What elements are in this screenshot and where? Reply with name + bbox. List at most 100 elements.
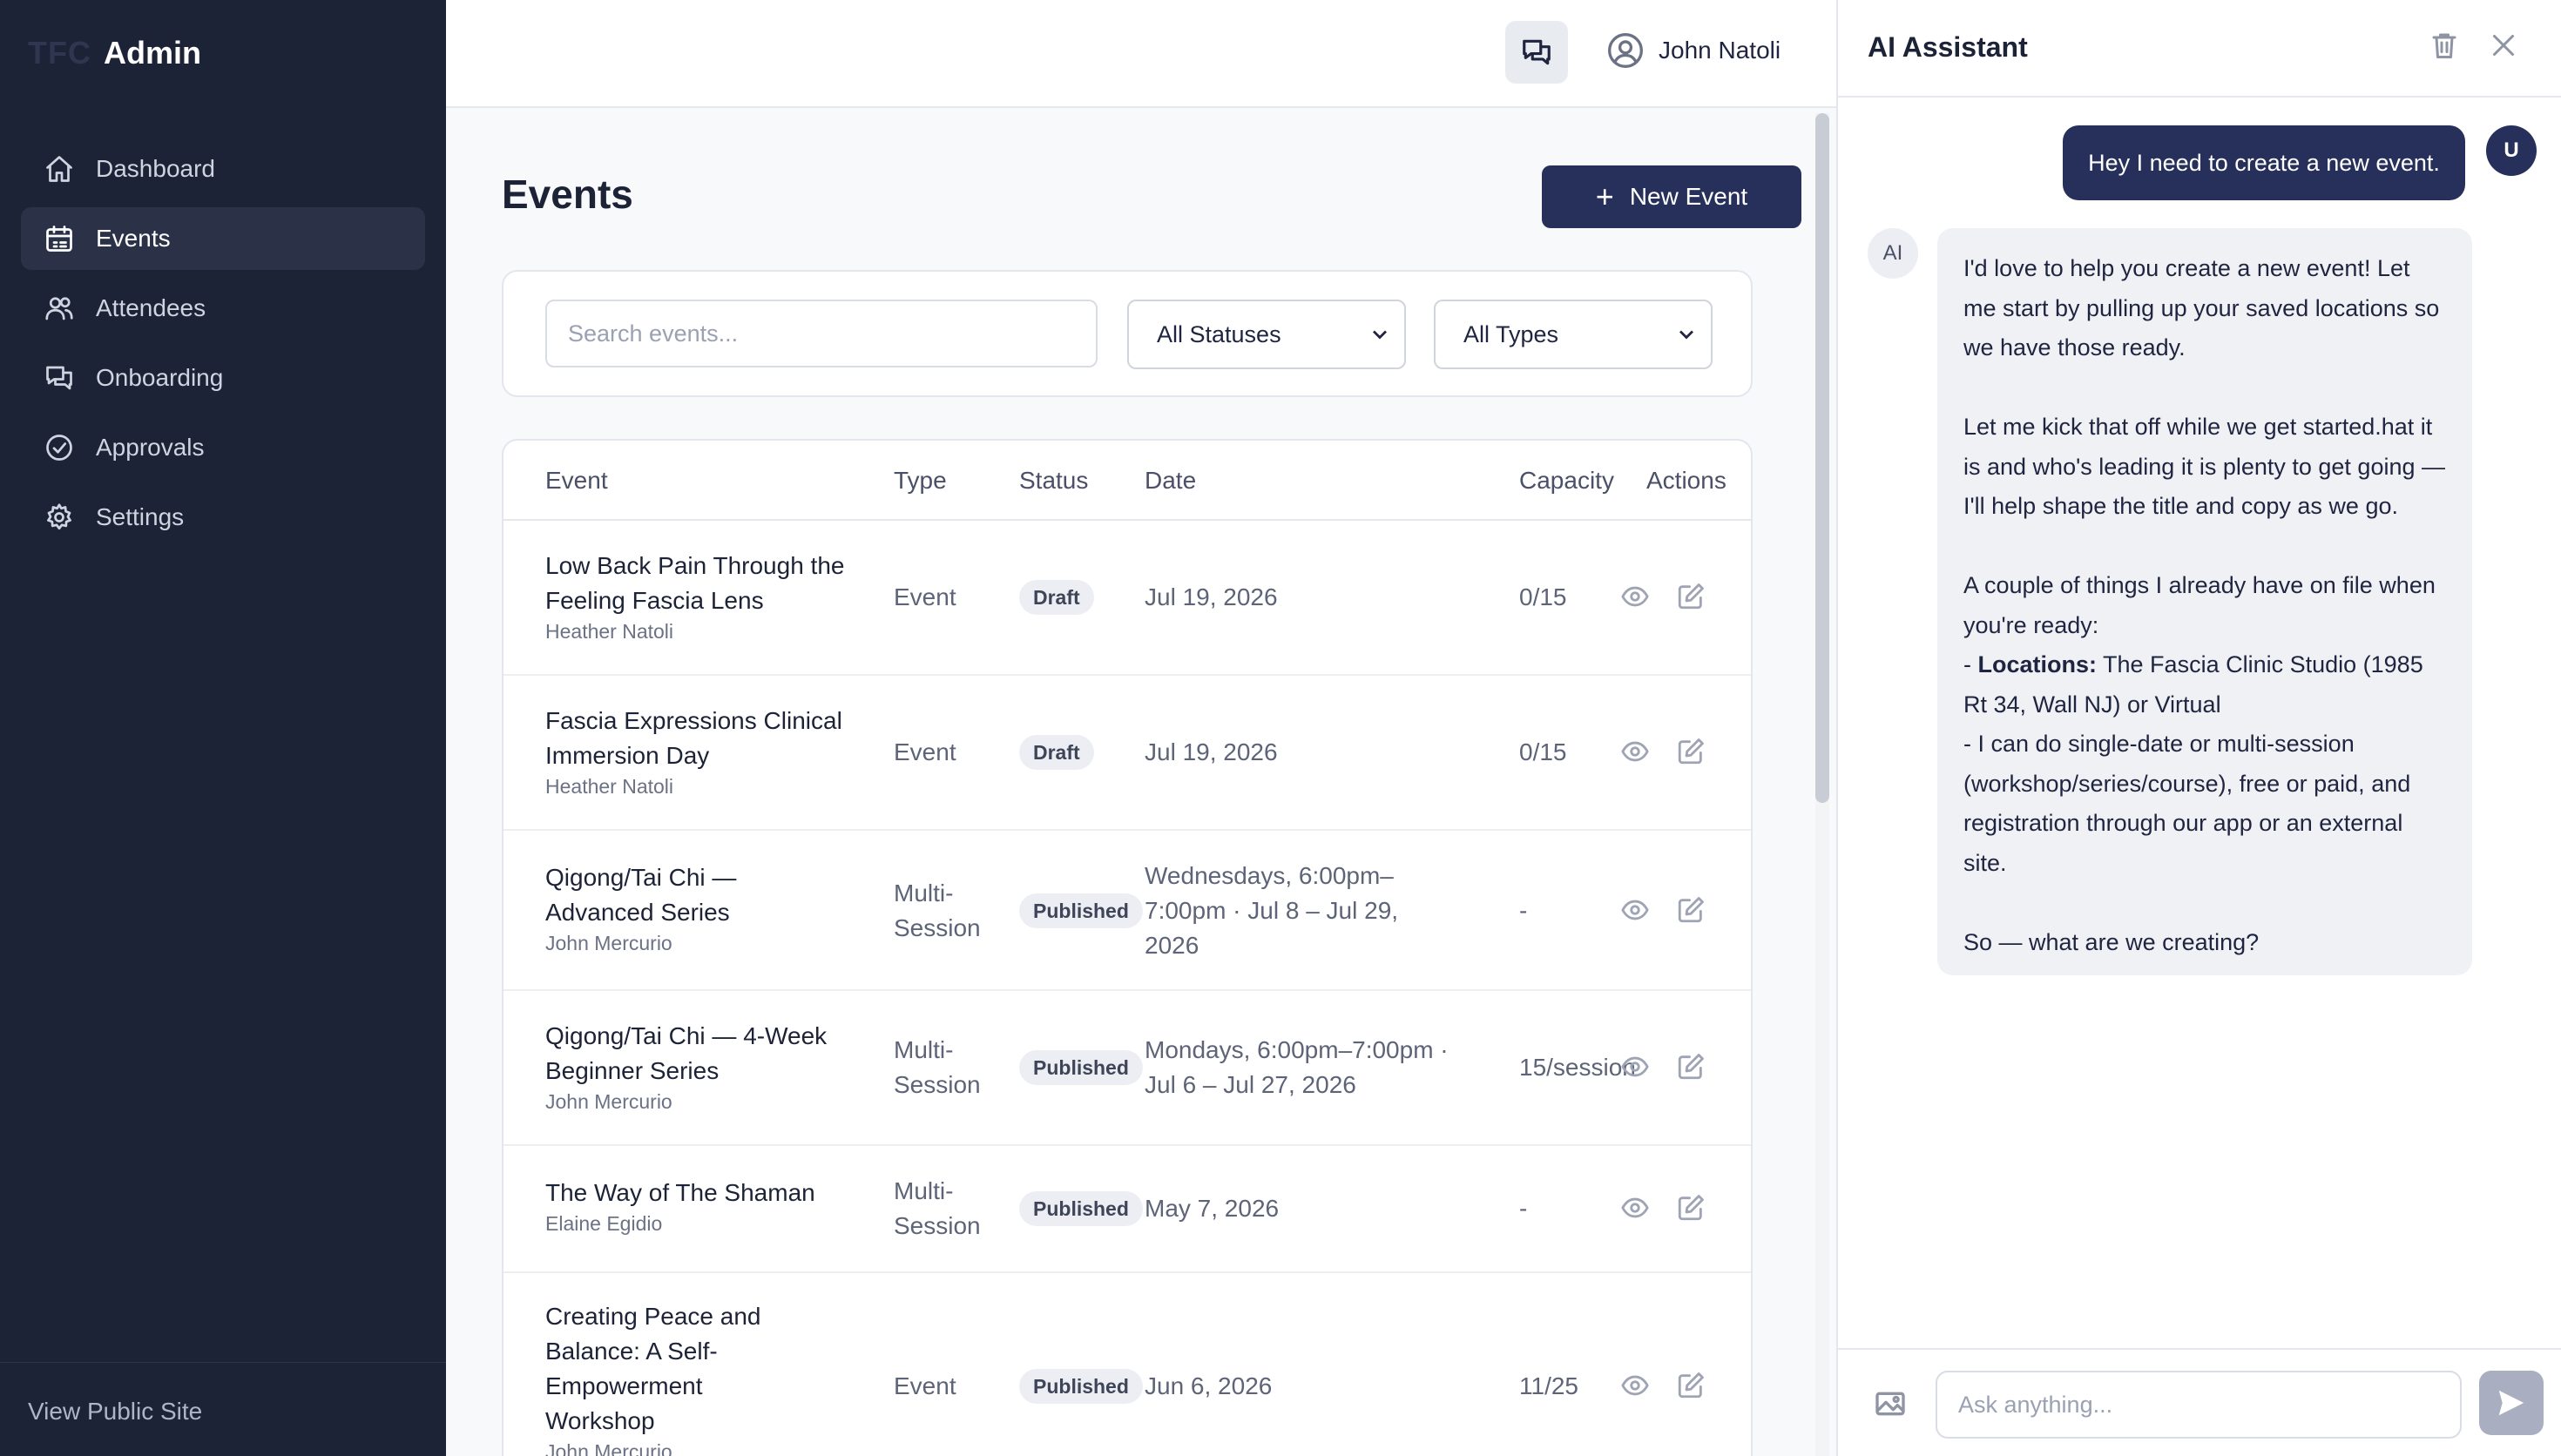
edit-event-button[interactable]	[1676, 1193, 1707, 1224]
ai-message-paragraph: Let me kick that off while we get starte…	[1963, 414, 2445, 519]
events-table: Event Type Status Date Capacity Actions …	[502, 439, 1753, 1456]
table-row[interactable]: The Way of The Shaman Elaine Egidio Mult…	[503, 1146, 1751, 1273]
assistant-toggle-button[interactable]	[1505, 21, 1568, 84]
event-cell: Qigong/Tai Chi — 4-Week Beginner Series …	[545, 1019, 833, 1115]
event-cell: Fascia Expressions Clinical Immersion Da…	[545, 704, 859, 799]
view-event-button[interactable]	[1620, 737, 1652, 768]
gear-icon	[42, 500, 77, 535]
close-assistant-button[interactable]	[2488, 30, 2523, 64]
event-title[interactable]: Qigong/Tai Chi — 4-Week Beginner Series	[545, 1019, 833, 1089]
event-host: Heather Natoli	[545, 620, 674, 643]
status-filter-select[interactable]: All Statuses	[1127, 300, 1406, 369]
type-filter-value: All Types	[1463, 320, 1559, 347]
sidebar-item-events[interactable]: Events	[21, 207, 425, 270]
user-name: John Natoli	[1659, 37, 1781, 64]
bullet-text: I can do single-date or multi-session (w…	[1963, 731, 2411, 876]
table-row[interactable]: Creating Peace and Balance: A Self-Empow…	[503, 1273, 1751, 1456]
users-icon	[42, 291, 77, 326]
type-filter-select[interactable]: All Types	[1434, 300, 1713, 369]
event-title[interactable]: Low Back Pain Through the Feeling Fascia…	[545, 549, 859, 618]
sidebar-item-label: Settings	[96, 503, 185, 530]
table-row[interactable]: Fascia Expressions Clinical Immersion Da…	[503, 676, 1751, 831]
edit-icon	[1678, 897, 1704, 923]
new-event-button[interactable]: + New Event	[1542, 165, 1801, 228]
sidebar-item-attendees[interactable]: Attendees	[21, 277, 425, 340]
assistant-input-bar	[1838, 1348, 2561, 1456]
sidebar-item-label: Dashboard	[96, 155, 215, 182]
sidebar-item-label: Onboarding	[96, 364, 224, 391]
edit-event-button[interactable]	[1676, 737, 1707, 768]
event-date: Jul 19, 2026	[1145, 738, 1278, 765]
event-host: Heather Natoli	[545, 775, 674, 798]
edit-event-button[interactable]	[1676, 1371, 1707, 1402]
eye-icon	[1621, 900, 1649, 920]
brand-title: Admin	[103, 35, 201, 71]
column-header-status[interactable]: Status	[1019, 467, 1088, 495]
user-menu[interactable]: John Natoli	[1606, 31, 1781, 70]
eye-icon	[1621, 1197, 1649, 1218]
ai-message-bullet: - I can do single-date or multi-session …	[1963, 731, 2411, 876]
event-title[interactable]: Qigong/Tai Chi — Advanced Series	[545, 860, 807, 930]
filters-card: All Statuses All Types	[502, 270, 1753, 397]
event-capacity: 0/15	[1519, 583, 1567, 610]
table-row[interactable]: Low Back Pain Through the Feeling Fascia…	[503, 521, 1751, 676]
view-event-button[interactable]	[1620, 582, 1652, 613]
event-type: Multi-Session	[894, 880, 981, 941]
chevron-down-icon	[1368, 322, 1392, 347]
eye-icon	[1621, 1375, 1649, 1396]
ai-assistant-panel: AI Assistant Hey I need to create a new …	[1836, 0, 2561, 1456]
brand-mark: TFC	[28, 35, 91, 71]
edit-event-button[interactable]	[1676, 1052, 1707, 1083]
event-date: Jul 19, 2026	[1145, 583, 1278, 610]
sidebar-item-dashboard[interactable]: Dashboard	[21, 138, 425, 200]
calendar-icon	[42, 221, 77, 256]
new-event-label: New Event	[1629, 183, 1748, 210]
edit-event-button[interactable]	[1676, 895, 1707, 927]
event-title[interactable]: Creating Peace and Balance: A Self-Empow…	[545, 1299, 780, 1439]
ai-message-paragraph: I'd love to help you create a new event!…	[1963, 255, 2440, 361]
event-date: May 7, 2026	[1145, 1195, 1280, 1222]
sidebar-item-approvals[interactable]: Approvals	[21, 416, 425, 479]
chat-bubbles-icon	[42, 361, 77, 395]
search-input[interactable]	[545, 300, 1098, 367]
clear-chat-button[interactable]	[2429, 30, 2463, 64]
bullet-label: Locations:	[1977, 651, 2098, 677]
event-date: Jun 6, 2026	[1145, 1372, 1273, 1399]
event-type: Event	[894, 738, 956, 765]
sidebar-item-onboarding[interactable]: Onboarding	[21, 347, 425, 409]
column-header-capacity[interactable]: Capacity	[1519, 467, 1614, 495]
brand-logo[interactable]: TFC Admin	[28, 35, 201, 71]
table-row[interactable]: Qigong/Tai Chi — Advanced Series John Me…	[503, 831, 1751, 991]
event-date: Mondays, 6:00pm–7:00pm · Jul 6 – Jul 27,…	[1145, 1036, 1449, 1098]
event-capacity: 0/15	[1519, 738, 1567, 765]
sidebar-item-settings[interactable]: Settings	[21, 486, 425, 549]
main-scrollbar-thumb[interactable]	[1815, 113, 1829, 803]
send-button[interactable]	[2479, 1371, 2544, 1435]
assistant-header: AI Assistant	[1838, 0, 2561, 98]
user-message: Hey I need to create a new event.	[2063, 125, 2465, 200]
ask-input[interactable]	[1936, 1371, 2462, 1439]
column-header-type[interactable]: Type	[894, 467, 947, 495]
view-event-button[interactable]	[1620, 1193, 1652, 1224]
ai-avatar: AI	[1868, 228, 1918, 279]
send-icon	[2498, 1390, 2524, 1416]
attach-image-button[interactable]	[1873, 1386, 1909, 1423]
event-host: John Mercurio	[545, 1440, 672, 1456]
view-event-button[interactable]	[1620, 1052, 1652, 1083]
edit-event-button[interactable]	[1676, 582, 1707, 613]
event-cell: Low Back Pain Through the Feeling Fascia…	[545, 549, 859, 644]
event-cell: Creating Peace and Balance: A Self-Empow…	[545, 1299, 780, 1456]
view-event-button[interactable]	[1620, 1371, 1652, 1402]
event-capacity: -	[1519, 897, 1528, 924]
column-header-event[interactable]: Event	[545, 467, 608, 495]
plus-icon: +	[1595, 179, 1614, 214]
column-header-date[interactable]: Date	[1145, 467, 1196, 495]
trash-icon	[2432, 33, 2456, 58]
table-header: Event Type Status Date Capacity Actions	[503, 441, 1751, 521]
view-public-site-link[interactable]: View Public Site	[0, 1362, 446, 1456]
event-date: Wednesdays, 6:00pm–7:00pm · Jul 8 – Jul …	[1145, 862, 1399, 959]
event-title[interactable]: Fascia Expressions Clinical Immersion Da…	[545, 704, 859, 773]
view-event-button[interactable]	[1620, 895, 1652, 927]
event-title[interactable]: The Way of The Shaman	[545, 1176, 859, 1210]
table-row[interactable]: Qigong/Tai Chi — 4-Week Beginner Series …	[503, 991, 1751, 1146]
